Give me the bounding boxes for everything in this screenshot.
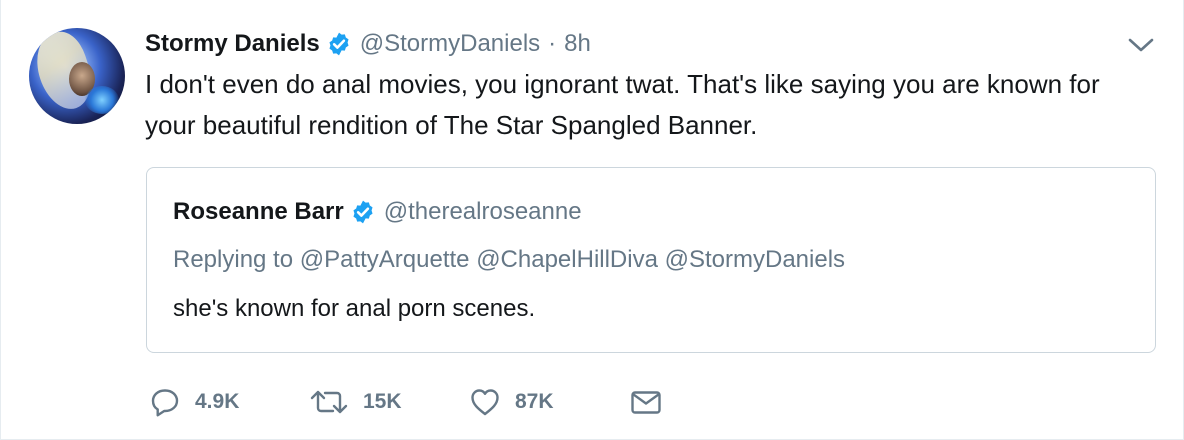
quoted-tweet[interactable]: Roseanne Barr @therealroseanne Replying … — [146, 167, 1156, 353]
retweet-button[interactable]: 15K — [309, 386, 469, 418]
quoted-author-name[interactable]: Roseanne Barr — [173, 198, 344, 226]
separator-dot: · — [548, 30, 557, 57]
chevron-down-icon[interactable] — [1125, 34, 1157, 56]
direct-message-button[interactable] — [629, 386, 663, 418]
quoted-tweet-header: Roseanne Barr @therealroseanne — [173, 198, 582, 226]
author-name[interactable]: Stormy Daniels — [145, 30, 320, 58]
tweet-timestamp[interactable]: 8h — [564, 30, 591, 58]
author-handle[interactable]: @StormyDaniels — [360, 30, 540, 58]
retweet-count: 15K — [363, 390, 402, 413]
verified-badge-icon — [329, 32, 349, 56]
retweet-icon — [310, 390, 348, 414]
avatar-glow — [85, 86, 119, 114]
quoted-tweet-text: she's known for anal porn scenes. — [173, 295, 536, 322]
replying-to: Replying to @PattyArquette @ChapelHillDi… — [173, 246, 846, 273]
tweet-text: I don't even do anal movies, you ignoran… — [145, 69, 1100, 140]
tweet-actions: 4.9K 15K 87K — [149, 382, 663, 422]
tweet-header: Stormy Daniels @StormyDaniels · 8h — [145, 26, 591, 62]
envelope-icon — [631, 391, 661, 414]
verified-badge-icon — [353, 200, 373, 224]
reply-count: 4.9K — [195, 390, 240, 413]
like-button[interactable]: 87K — [469, 386, 629, 418]
avatar[interactable] — [29, 28, 125, 124]
quoted-author-handle[interactable]: @therealroseanne — [384, 198, 582, 226]
reply-button[interactable]: 4.9K — [149, 386, 309, 418]
like-count: 87K — [515, 390, 554, 413]
reply-icon — [151, 389, 179, 417]
heart-icon — [471, 389, 499, 416]
tweet-card: Stormy Daniels @StormyDaniels · 8h I don… — [0, 0, 1184, 440]
